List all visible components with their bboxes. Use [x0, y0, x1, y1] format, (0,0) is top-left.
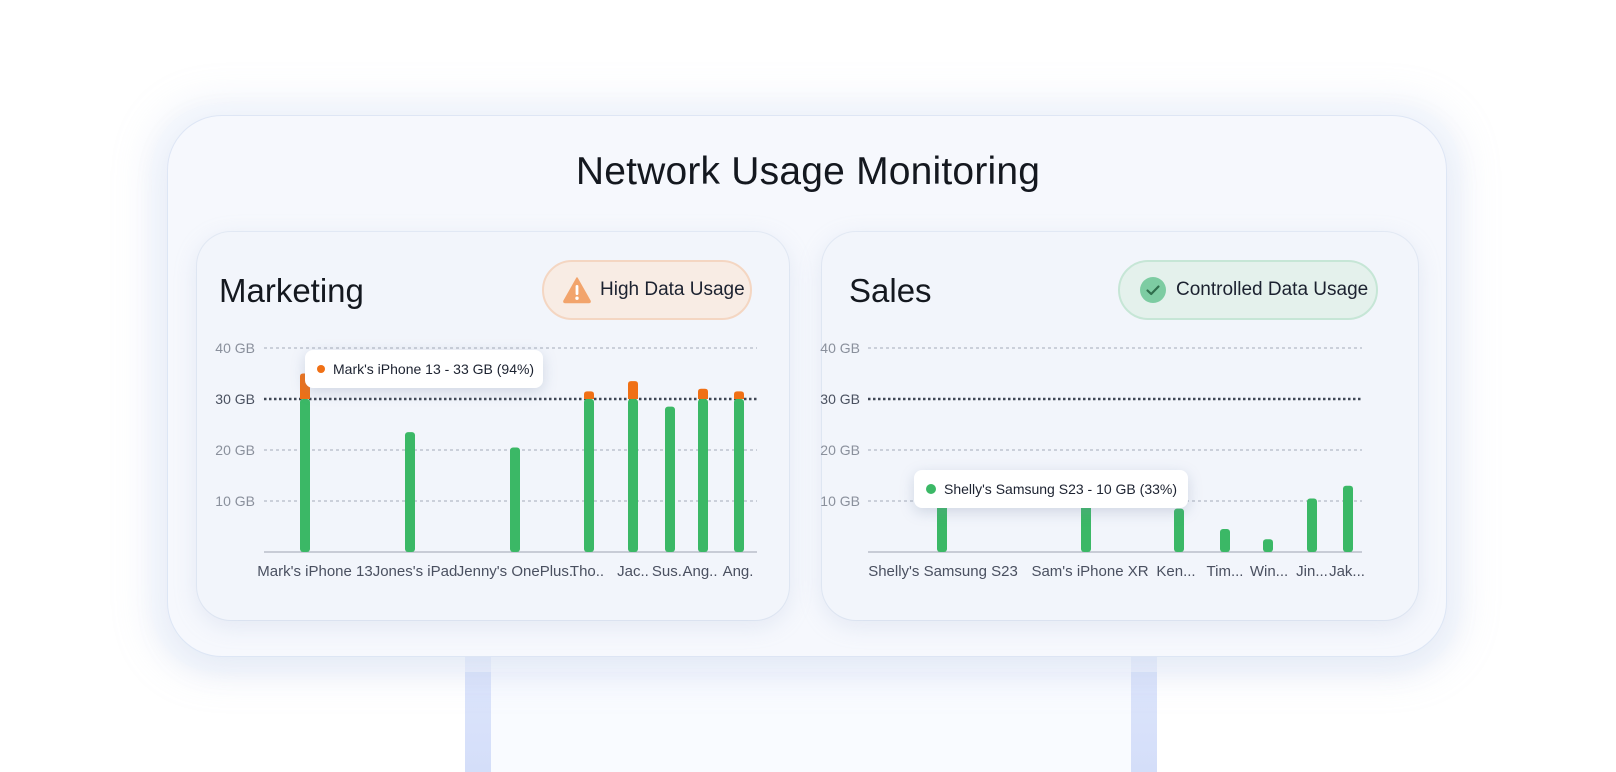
y-tick-label: 40 GB — [215, 340, 255, 356]
bar-normal-segment — [405, 432, 415, 552]
x-tick-label: Jones's iPad — [373, 563, 458, 580]
bar-normal-segment — [300, 399, 310, 552]
tooltip-dot — [317, 365, 325, 373]
y-tick-label: 30 GB — [820, 391, 860, 407]
bar[interactable] — [937, 501, 947, 552]
bar[interactable] — [405, 432, 415, 552]
y-tick-label: 10 GB — [820, 493, 860, 509]
bar-normal-segment — [698, 399, 708, 552]
x-tick-label: Ang. — [723, 563, 754, 580]
bar-normal-segment — [734, 399, 744, 552]
x-tick-label: Jak... — [1329, 563, 1365, 580]
bar[interactable] — [1307, 498, 1317, 552]
y-tick-label: 10 GB — [215, 493, 255, 509]
bar-over-segment — [698, 388, 708, 399]
bar-normal-segment — [584, 399, 594, 552]
bar-over-segment — [734, 391, 744, 399]
bar[interactable] — [1343, 485, 1353, 552]
bar[interactable] — [734, 391, 744, 552]
bar[interactable] — [510, 447, 520, 552]
y-tick-label: 20 GB — [215, 442, 255, 458]
x-tick-label: Tim... — [1207, 563, 1244, 580]
chart-tooltip: Mark's iPhone 13 - 33 GB (94%) — [305, 350, 543, 388]
bar-normal-segment — [628, 399, 638, 552]
sales-bar-chart: 40 GB 30 GB 20 GB 10 GB Shelly's Samsung S23… — [820, 340, 1365, 580]
x-tick-label: Ang.. — [682, 563, 717, 580]
bar-normal-segment — [1220, 529, 1230, 552]
x-tick-label: Ken... — [1156, 563, 1195, 580]
x-tick-label: Jin... — [1296, 563, 1328, 580]
bar-normal-segment — [1307, 498, 1317, 552]
bar-normal-segment — [937, 501, 947, 552]
x-tick-label: Jac.. — [617, 563, 649, 580]
x-tick-label: Mark's iPhone 13 — [257, 563, 372, 580]
tooltip-text: Mark's iPhone 13 - 33 GB (94%) — [333, 361, 535, 377]
bar-normal-segment — [1174, 508, 1184, 552]
bar[interactable] — [1220, 529, 1230, 552]
bar[interactable] — [698, 388, 708, 552]
bar[interactable] — [1263, 539, 1273, 552]
x-tick-label: Win... — [1250, 563, 1288, 580]
y-tick-label: 20 GB — [820, 442, 860, 458]
tooltip-dot — [926, 484, 936, 494]
bar[interactable] — [628, 381, 638, 552]
bar[interactable] — [584, 391, 594, 552]
tooltip-text: Shelly's Samsung S23 - 10 GB (33%) — [944, 481, 1178, 497]
x-tick-label: Sus.. — [652, 563, 686, 580]
y-tick-label: 30 GB — [215, 391, 255, 407]
x-tick-label: Jenny's OnePlus.. — [457, 563, 577, 580]
marketing-bar-chart: 40 GB 30 GB 20 GB 10 GB Mark's iPhone 13 Jone… — [215, 340, 757, 580]
x-tick-label: Shelly's Samsung S23 — [868, 563, 1018, 580]
bar-normal-segment — [1343, 485, 1353, 552]
bar-normal-segment — [510, 447, 520, 552]
y-tick-label: 40 GB — [820, 340, 860, 356]
bar-over-segment — [584, 391, 594, 399]
chart-tooltip: Shelly's Samsung S23 - 10 GB (33%) — [914, 470, 1188, 508]
bar-normal-segment — [665, 406, 675, 552]
bar[interactable] — [1174, 508, 1184, 552]
sales-card: Sales Controlled Data Usage 40 GB 30 GB 20… — [820, 232, 1418, 620]
bar[interactable] — [300, 373, 310, 553]
bar-normal-segment — [1263, 539, 1273, 552]
x-tick-label: Sam's iPhone XR — [1031, 563, 1148, 580]
page-title: Network Usage Monitoring — [575, 150, 1041, 193]
x-tick-label: Tho.. — [570, 563, 604, 580]
bar-over-segment — [628, 381, 638, 399]
marketing-card: Marketing High Data Usage 40 GB 30 GB 20 G… — [197, 232, 789, 620]
bar[interactable] — [665, 406, 675, 552]
